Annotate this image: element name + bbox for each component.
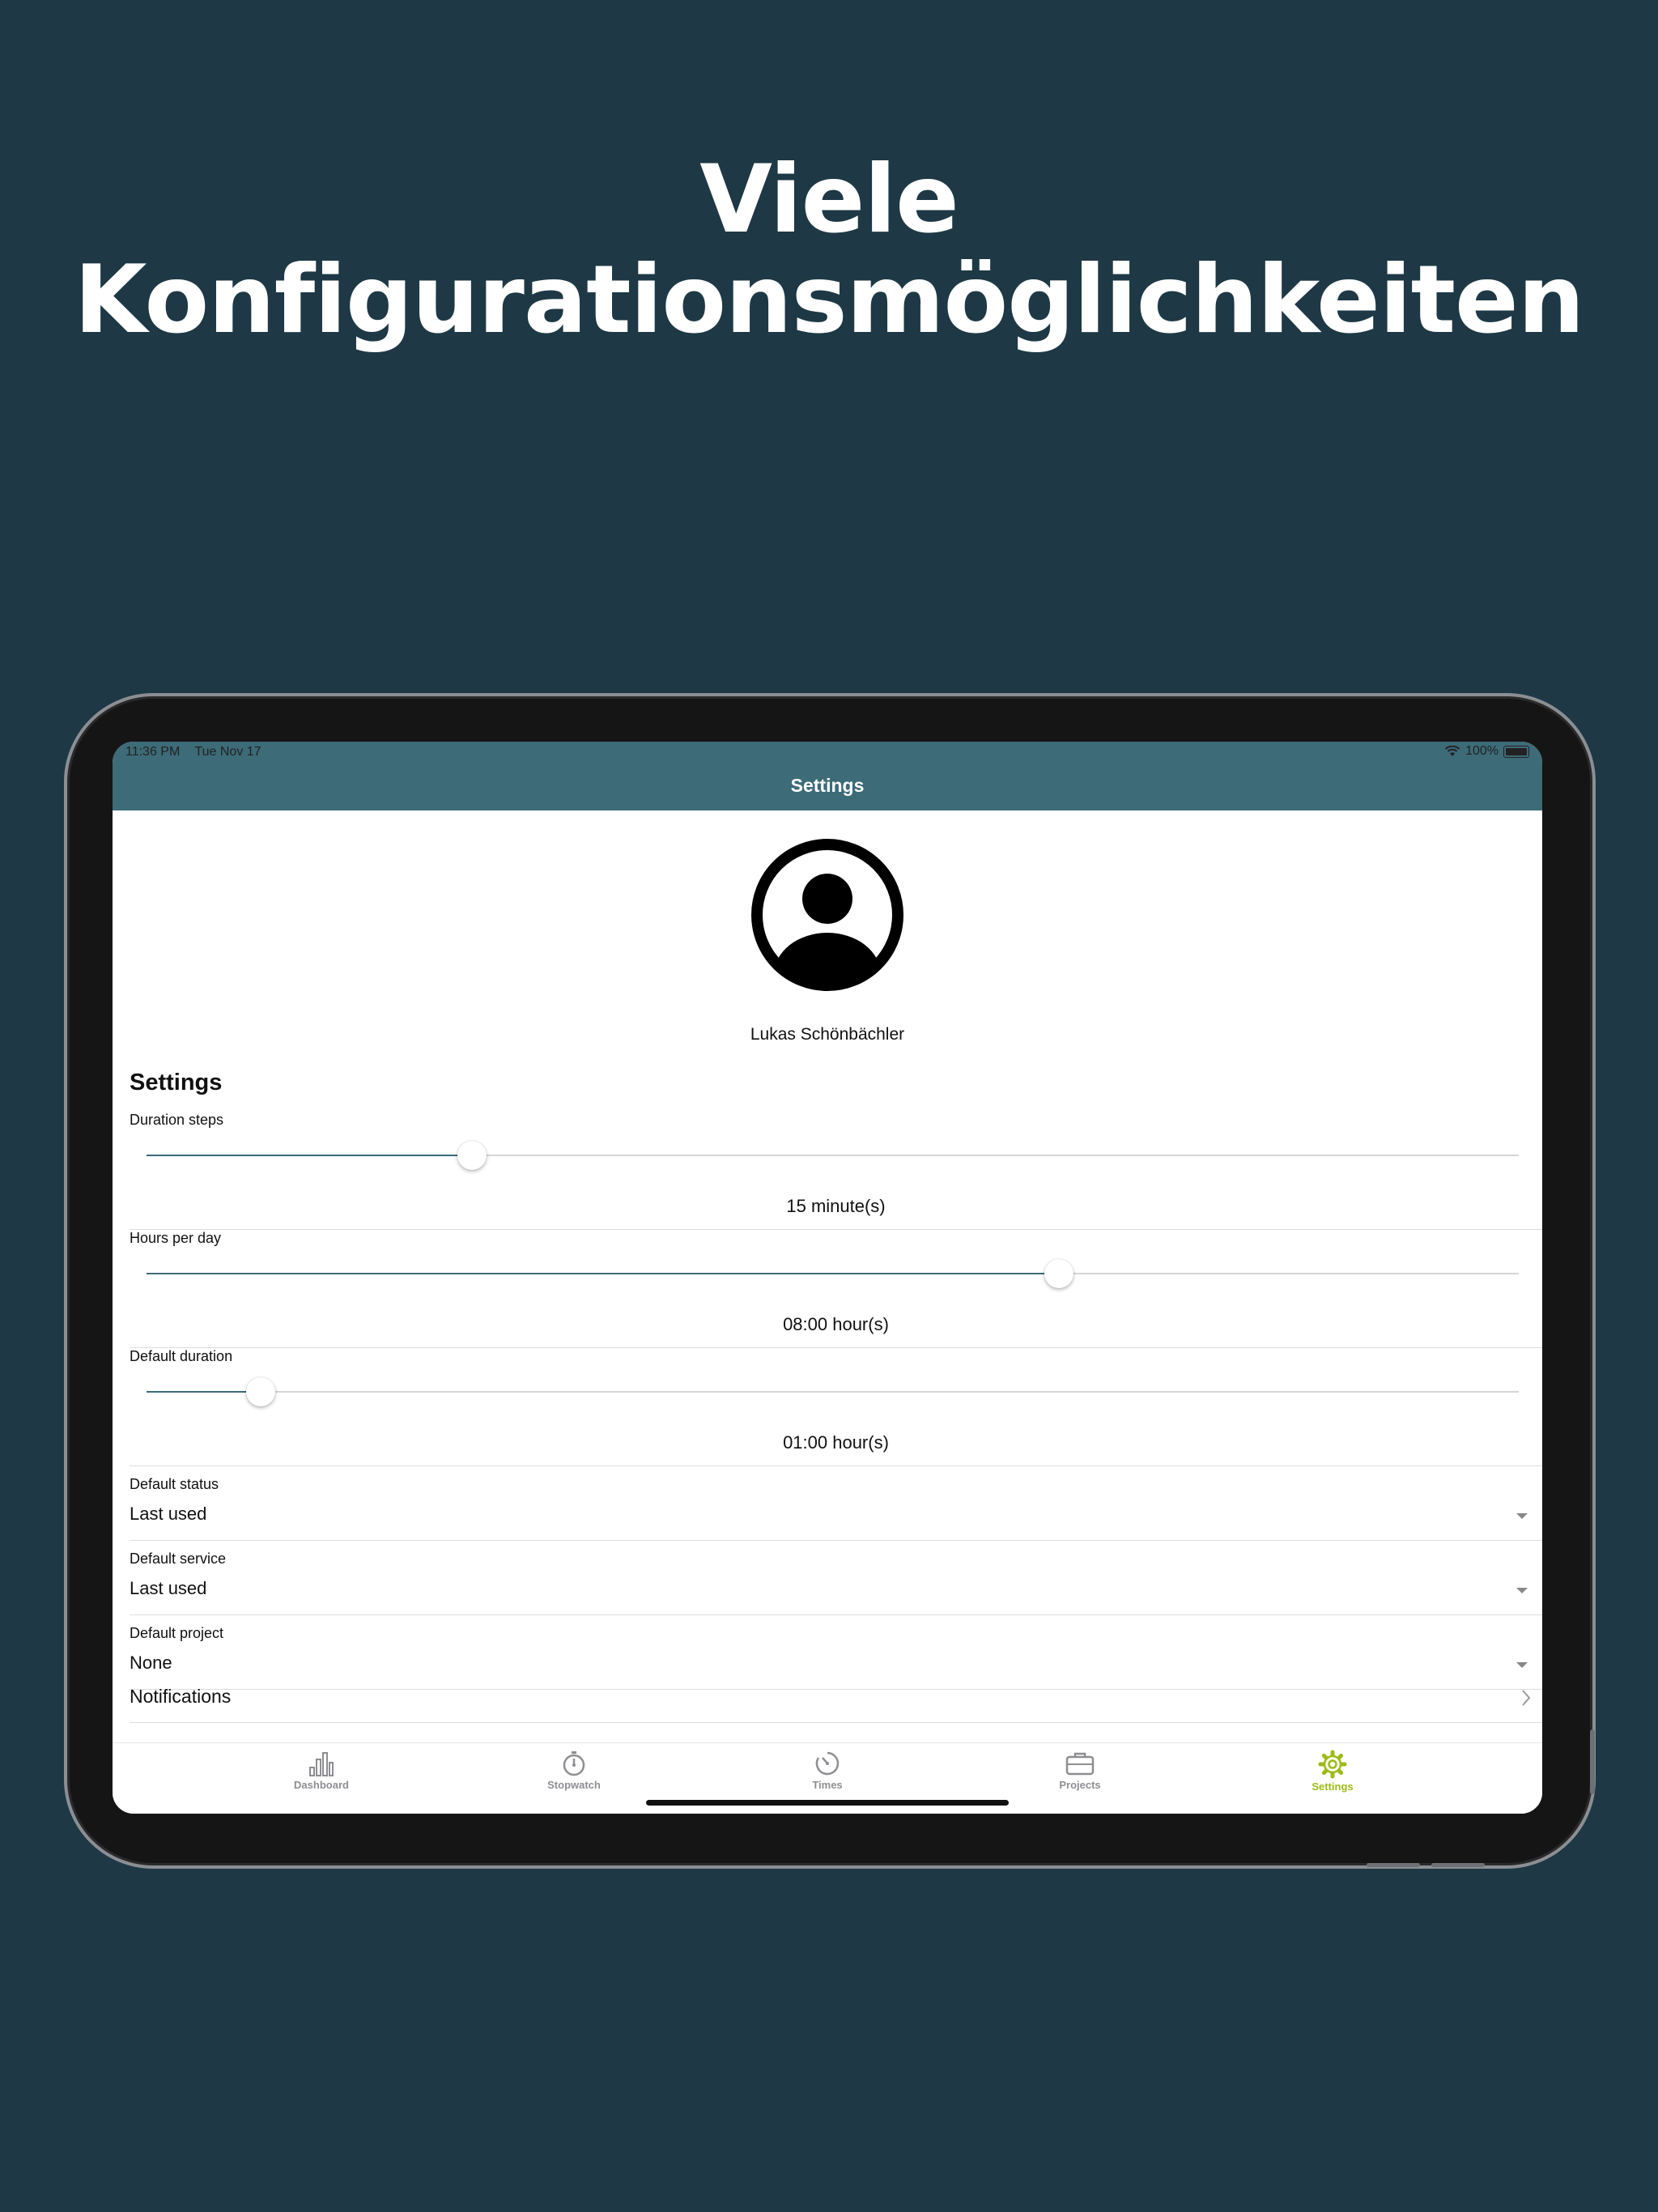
chevron-right-icon <box>1522 1690 1531 1706</box>
field-label: Default service <box>130 1551 227 1567</box>
tab-label: Times <box>812 1779 843 1791</box>
user-name: Lukas Schönbächler <box>750 1025 905 1044</box>
dropdown-arrow-icon[interactable] <box>1516 1513 1528 1519</box>
slider-value: 08:00 hour(s) <box>783 1314 889 1334</box>
tab-label: Stopwatch <box>547 1779 601 1791</box>
tab-settings[interactable]: Settings <box>1276 1750 1389 1793</box>
headline-line-1: Viele <box>699 145 959 254</box>
nav-title: Settings <box>790 775 865 796</box>
field-value[interactable]: Last used <box>130 1578 206 1599</box>
status-bar-left: 11:36 PM Tue Nov 17 <box>125 745 273 759</box>
briefcase-icon <box>1065 1752 1095 1776</box>
slider-track[interactable] <box>147 1377 1519 1406</box>
tab-dashboard[interactable]: Dashboard <box>265 1750 378 1791</box>
slider-value: 15 minute(s) <box>786 1196 886 1216</box>
tab-label: Settings <box>1312 1780 1354 1793</box>
stopwatch-icon <box>563 1751 585 1776</box>
navigation-bar: 11:36 PM Tue Nov 17 100% Settings <box>113 742 1542 810</box>
duration-steps-setting: Duration steps 15 minute(s) <box>130 1112 1542 1230</box>
settings-section-title: Settings <box>130 1070 223 1095</box>
status-time: 11:36 PM <box>125 745 181 759</box>
status-bar-right: 100% <box>1444 744 1529 759</box>
hours-per-day-setting: Hours per day 08:00 hour(s) <box>130 1230 1542 1348</box>
field-value[interactable]: Last used <box>130 1504 206 1525</box>
notifications-row[interactable]: Notifications <box>130 1678 1542 1723</box>
slider-track[interactable] <box>147 1141 1519 1170</box>
slider-fill <box>147 1391 261 1393</box>
status-date: Tue Nov 17 <box>194 745 261 759</box>
battery-icon <box>1503 745 1529 758</box>
default-status-select[interactable]: Default status Last used <box>130 1466 1542 1541</box>
slider-value: 01:00 hour(s) <box>783 1432 889 1453</box>
slider-thumb[interactable] <box>1044 1259 1074 1288</box>
tab-projects[interactable]: Projects <box>1023 1750 1137 1791</box>
volume-up-button <box>1367 1863 1420 1867</box>
power-button <box>1590 1729 1595 1794</box>
headline: Viele Konfigurationsmöglichkeiten <box>0 150 1658 351</box>
slider-track[interactable] <box>147 1259 1519 1288</box>
battery-percentage: 100% <box>1465 744 1499 758</box>
dropdown-arrow-icon[interactable] <box>1516 1662 1528 1668</box>
dropdown-arrow-icon[interactable] <box>1516 1588 1528 1593</box>
divider <box>130 1722 1542 1723</box>
field-label: Default project <box>130 1625 224 1641</box>
tab-label: Projects <box>1059 1779 1101 1791</box>
home-indicator <box>646 1800 1009 1806</box>
tab-stopwatch[interactable]: Stopwatch <box>517 1750 631 1791</box>
volume-down-button <box>1431 1863 1485 1867</box>
slider-fill <box>147 1155 472 1156</box>
slider-thumb[interactable] <box>457 1141 487 1170</box>
headline-line-2: Konfigurationsmöglichkeiten <box>74 245 1585 355</box>
notifications-label: Notifications <box>130 1686 232 1707</box>
slider-thumb[interactable] <box>245 1377 275 1406</box>
default-service-select[interactable]: Default service Last used <box>130 1541 1542 1615</box>
slider-label: Default duration <box>130 1348 233 1364</box>
tab-times[interactable]: Times <box>771 1750 884 1791</box>
slider-label: Hours per day <box>130 1230 222 1246</box>
default-duration-setting: Default duration 01:00 hour(s) <box>130 1348 1542 1466</box>
clock-icon <box>815 1751 840 1776</box>
slider-fill <box>147 1273 1060 1274</box>
tab-label: Dashboard <box>294 1779 349 1791</box>
app-screen: 11:36 PM Tue Nov 17 100% Settings Lukas … <box>113 742 1542 1814</box>
wifi-icon <box>1444 746 1460 756</box>
account-circle-icon[interactable] <box>750 837 905 993</box>
slider-label: Duration steps <box>130 1112 224 1128</box>
field-value[interactable]: None <box>130 1653 172 1674</box>
gear-icon <box>1318 1750 1347 1779</box>
field-label: Default status <box>130 1476 219 1492</box>
bar-chart-icon <box>309 1752 334 1776</box>
